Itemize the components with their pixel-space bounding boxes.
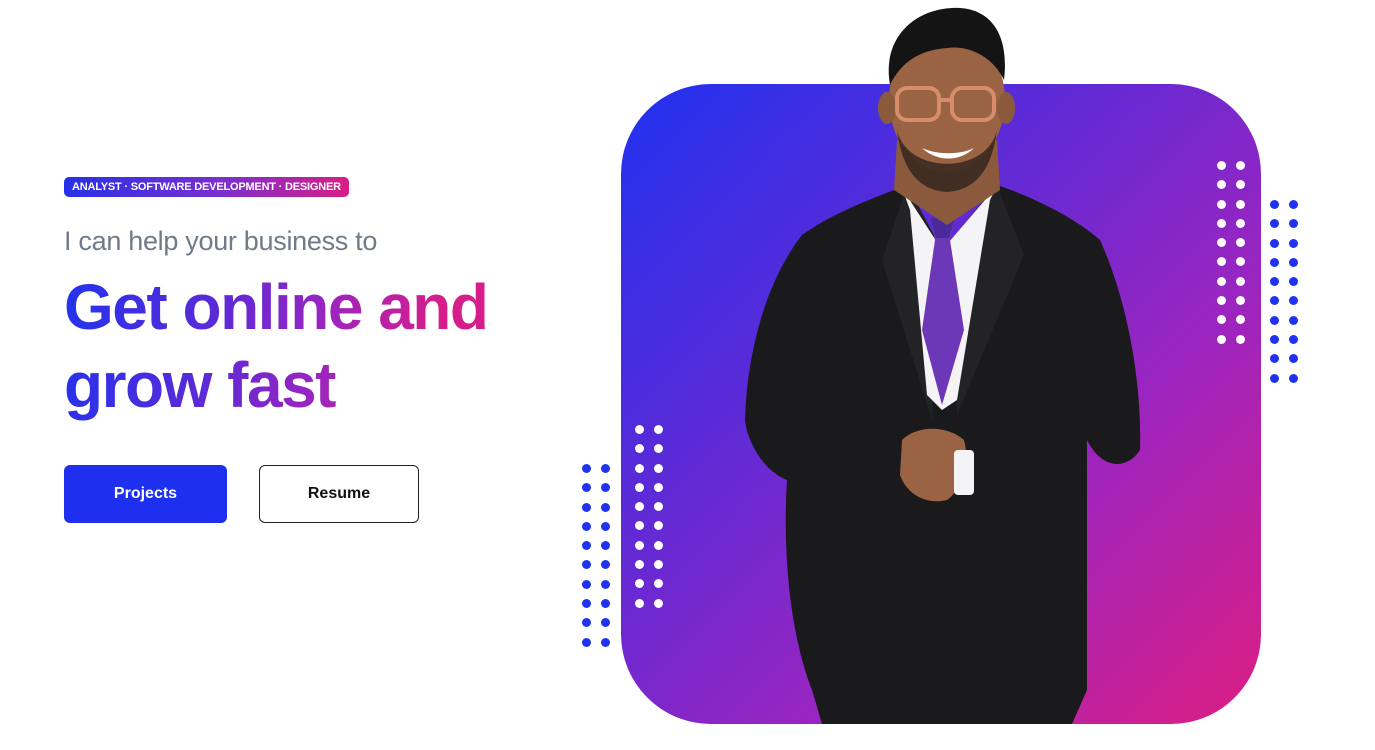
decorative-dot xyxy=(1270,296,1279,306)
decorative-dot xyxy=(1217,180,1226,190)
decorative-dot xyxy=(582,521,591,531)
decorative-dot xyxy=(1270,373,1279,383)
decorative-dot xyxy=(1270,200,1279,209)
decorative-dot xyxy=(601,502,610,512)
decorative-dot xyxy=(654,540,663,550)
decorative-dot xyxy=(1236,218,1245,228)
decorative-dot xyxy=(601,560,610,570)
decorative-dot xyxy=(1217,296,1226,306)
decorative-dot xyxy=(582,579,591,589)
decorative-dot xyxy=(1236,276,1245,286)
decorative-dot xyxy=(635,482,644,492)
decorative-dot xyxy=(654,444,663,454)
decorative-dot xyxy=(635,598,644,608)
decorative-dot xyxy=(601,464,610,473)
decorative-dot xyxy=(654,579,663,589)
decorative-dot xyxy=(1270,238,1279,248)
decorative-dot xyxy=(1217,334,1226,344)
headline-line-2: grow fast xyxy=(64,349,335,421)
decorative-dot xyxy=(654,560,663,570)
decorative-dot xyxy=(1289,277,1298,287)
decorative-dot xyxy=(635,560,644,570)
decorative-dot xyxy=(654,598,663,608)
decorative-dot xyxy=(1289,296,1298,306)
decorative-dot xyxy=(1236,238,1245,248)
decorative-dot xyxy=(1289,315,1298,325)
decorative-dot xyxy=(601,618,610,628)
decorative-dot xyxy=(1270,315,1279,325)
hero-headline: Get online and grow fast xyxy=(64,268,487,424)
role-badge: ANALYST · SOFTWARE DEVELOPMENT · DESIGNE… xyxy=(64,177,349,197)
decorative-dot xyxy=(654,482,663,492)
decorative-dot xyxy=(1236,296,1245,306)
decorative-dot xyxy=(654,521,663,531)
decorative-dot xyxy=(1289,200,1298,209)
decorative-dot xyxy=(654,425,663,434)
projects-button[interactable]: Projects xyxy=(64,465,227,523)
decorative-dot xyxy=(1289,373,1298,383)
decorative-dot xyxy=(1270,257,1279,267)
decorative-dot xyxy=(654,502,663,512)
hero-tagline: I can help your business to xyxy=(64,226,378,256)
decorative-dot xyxy=(1236,161,1245,170)
decorative-dot xyxy=(1217,238,1226,248)
decorative-dot xyxy=(601,541,610,551)
dot-pattern-top-white xyxy=(1217,161,1245,344)
decorative-dot xyxy=(635,521,644,531)
decorative-dot xyxy=(1217,276,1226,286)
decorative-dot xyxy=(1270,335,1279,345)
decorative-dot xyxy=(1270,354,1279,364)
dot-pattern-bottom-white xyxy=(635,425,663,608)
decorative-dot xyxy=(1236,334,1245,344)
decorative-dot xyxy=(601,521,610,531)
resume-button[interactable]: Resume xyxy=(259,465,419,523)
decorative-dot xyxy=(582,464,591,473)
headline-line-1: Get online and xyxy=(64,271,488,343)
decorative-dot xyxy=(582,637,591,647)
decorative-dot xyxy=(601,599,610,609)
hero-visual-section xyxy=(560,0,1375,750)
decorative-dot xyxy=(1289,238,1298,248)
decorative-dot xyxy=(1289,335,1298,345)
dot-pattern-bottom-blue xyxy=(582,464,610,647)
decorative-dot xyxy=(601,483,610,493)
decorative-dot xyxy=(635,540,644,550)
decorative-dot xyxy=(1270,277,1279,287)
decorative-dot xyxy=(1217,257,1226,267)
decorative-dot xyxy=(654,463,663,473)
decorative-dot xyxy=(635,579,644,589)
decorative-dot xyxy=(1289,219,1298,229)
decorative-dot xyxy=(1236,315,1245,325)
decorative-dot xyxy=(601,637,610,647)
decorative-dot xyxy=(1236,257,1245,267)
decorative-dot xyxy=(1289,257,1298,267)
decorative-dot xyxy=(1236,199,1245,209)
decorative-dot xyxy=(582,618,591,628)
decorative-dot xyxy=(1217,161,1226,170)
decorative-dot xyxy=(1217,199,1226,209)
decorative-dot xyxy=(1270,219,1279,229)
decorative-dot xyxy=(1289,354,1298,364)
decorative-dot xyxy=(1236,180,1245,190)
decorative-dot xyxy=(582,502,591,512)
decorative-dot xyxy=(1217,315,1226,325)
decorative-dot xyxy=(1217,218,1226,228)
decorative-dot xyxy=(582,599,591,609)
person-portrait-icon xyxy=(745,7,1141,724)
decorative-dot xyxy=(635,502,644,512)
hero-text-section: ANALYST · SOFTWARE DEVELOPMENT · DESIGNE… xyxy=(64,0,584,750)
decorative-dot xyxy=(601,579,610,589)
decorative-dot xyxy=(582,541,591,551)
dot-pattern-top-blue xyxy=(1270,200,1298,383)
decorative-dot xyxy=(582,560,591,570)
decorative-dot xyxy=(582,483,591,493)
decorative-dot xyxy=(635,463,644,473)
decorative-dot xyxy=(635,444,644,454)
decorative-dot xyxy=(635,425,644,434)
